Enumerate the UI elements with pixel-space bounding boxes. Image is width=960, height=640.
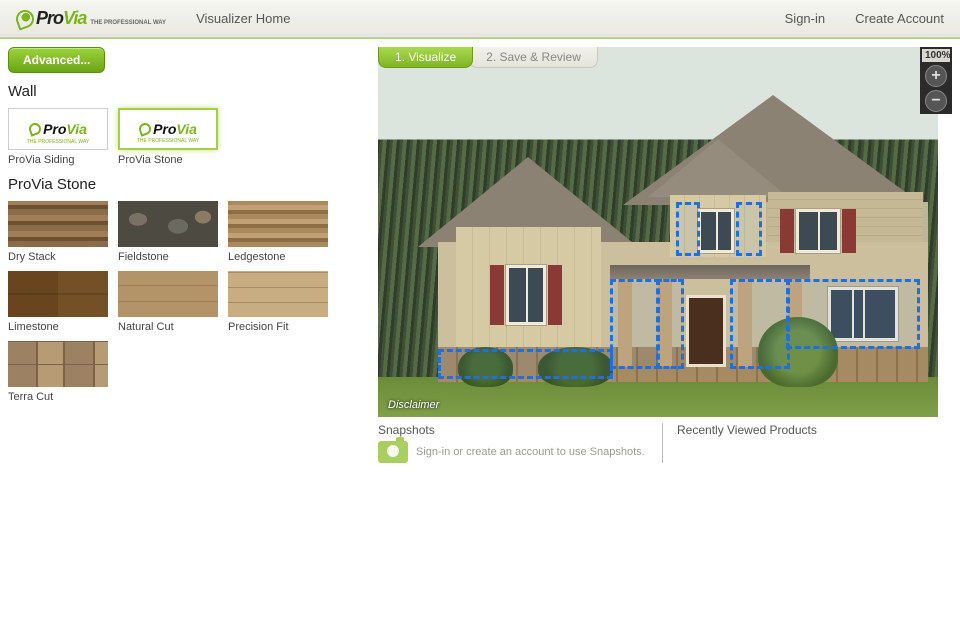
disclaimer-link[interactable]: Disclaimer — [388, 399, 439, 411]
top-bar: ProVia THE PROFESSIONAL WAY Visualizer H… — [0, 0, 960, 38]
brand-card-0[interactable]: ProViaTHE PROFESSIONAL WAYProVia Siding — [8, 108, 108, 166]
selection-region[interactable] — [730, 279, 790, 369]
stone-card-precision-fit[interactable]: Precision Fit — [228, 271, 328, 333]
stone-label: Limestone — [8, 321, 108, 333]
selection-region[interactable] — [656, 279, 684, 369]
stone-label: Terra Cut — [8, 391, 108, 403]
stone-thumb — [228, 271, 328, 317]
zoom-out-button[interactable]: − — [925, 90, 947, 112]
house-preview[interactable]: Disclaimer — [378, 47, 938, 417]
brand-tagline: THE PROFESSIONAL WAY — [90, 20, 166, 26]
stone-label: Natural Cut — [118, 321, 218, 333]
snapshots-title: Snapshots — [378, 423, 652, 437]
nav-home-link[interactable]: Visualizer Home — [196, 11, 290, 26]
stone-card-natural-cut[interactable]: Natural Cut — [118, 271, 218, 333]
selection-region[interactable] — [438, 349, 613, 379]
stone-grid: Dry Stack Fieldstone Ledgestone Limestone Na… — [8, 201, 368, 403]
tab-save-review[interactable]: 2. Save & Review — [469, 47, 598, 68]
stone-card-dry-stack[interactable]: Dry Stack — [8, 201, 108, 263]
tab-row: 1. Visualize 2. Save & Review — [378, 47, 594, 68]
stone-thumb — [8, 271, 108, 317]
stone-thumb — [118, 271, 218, 317]
stone-label: Precision Fit — [228, 321, 328, 333]
stone-thumb — [8, 341, 108, 387]
stone-card-terra-cut[interactable]: Terra Cut — [8, 341, 108, 403]
brand-logo[interactable]: ProVia THE PROFESSIONAL WAY — [16, 8, 166, 29]
zoom-percent: 100% — [922, 49, 950, 62]
brand-label: ProVia Stone — [118, 154, 218, 166]
advanced-button[interactable]: Advanced... — [8, 47, 105, 73]
stone-label: Dry Stack — [8, 251, 108, 263]
brand-name: ProVia — [36, 8, 86, 29]
signin-link[interactable]: Sign-in — [785, 11, 825, 26]
sidebar: Advanced... Wall ProViaTHE PROFESSIONAL … — [8, 47, 378, 463]
recently-viewed-title: Recently Viewed Products — [677, 423, 817, 437]
stone-card-ledgestone[interactable]: Ledgestone — [228, 201, 328, 263]
camera-icon[interactable] — [378, 441, 408, 463]
stone-thumb — [8, 201, 108, 247]
selection-region[interactable] — [610, 279, 660, 369]
stone-label: Fieldstone — [118, 251, 218, 263]
zoom-in-button[interactable]: + — [925, 65, 947, 87]
create-account-link[interactable]: Create Account — [855, 11, 944, 26]
stone-thumb — [118, 201, 218, 247]
zoom-controls: 100% + − — [920, 47, 952, 114]
logo-swoosh-icon — [27, 121, 42, 136]
tab-visualize[interactable]: 1. Visualize — [378, 47, 473, 68]
wall-section-title: Wall — [8, 83, 368, 100]
brand-row: ProViaTHE PROFESSIONAL WAYProVia SidingP… — [8, 108, 368, 166]
stone-thumb — [228, 201, 328, 247]
logo-swoosh-icon — [13, 7, 36, 30]
logo-swoosh-icon — [137, 121, 152, 136]
stone-label: Ledgestone — [228, 251, 328, 263]
stone-card-fieldstone[interactable]: Fieldstone — [118, 201, 218, 263]
snapshots-message: Sign-in or create an account to use Snap… — [416, 446, 645, 458]
viewer-panel: 1. Visualize 2. Save & Review 100% + − — [378, 47, 952, 463]
stone-card-limestone[interactable]: Limestone — [8, 271, 108, 333]
selection-region[interactable] — [786, 279, 920, 349]
selection-region[interactable] — [676, 202, 700, 256]
selection-region[interactable] — [736, 202, 762, 256]
stone-category-title: ProVia Stone — [8, 176, 368, 193]
brand-label: ProVia Siding — [8, 154, 108, 166]
brand-card-1[interactable]: ProViaTHE PROFESSIONAL WAYProVia Stone — [118, 108, 218, 166]
bottom-row: Snapshots Sign-in or create an account t… — [378, 423, 952, 463]
